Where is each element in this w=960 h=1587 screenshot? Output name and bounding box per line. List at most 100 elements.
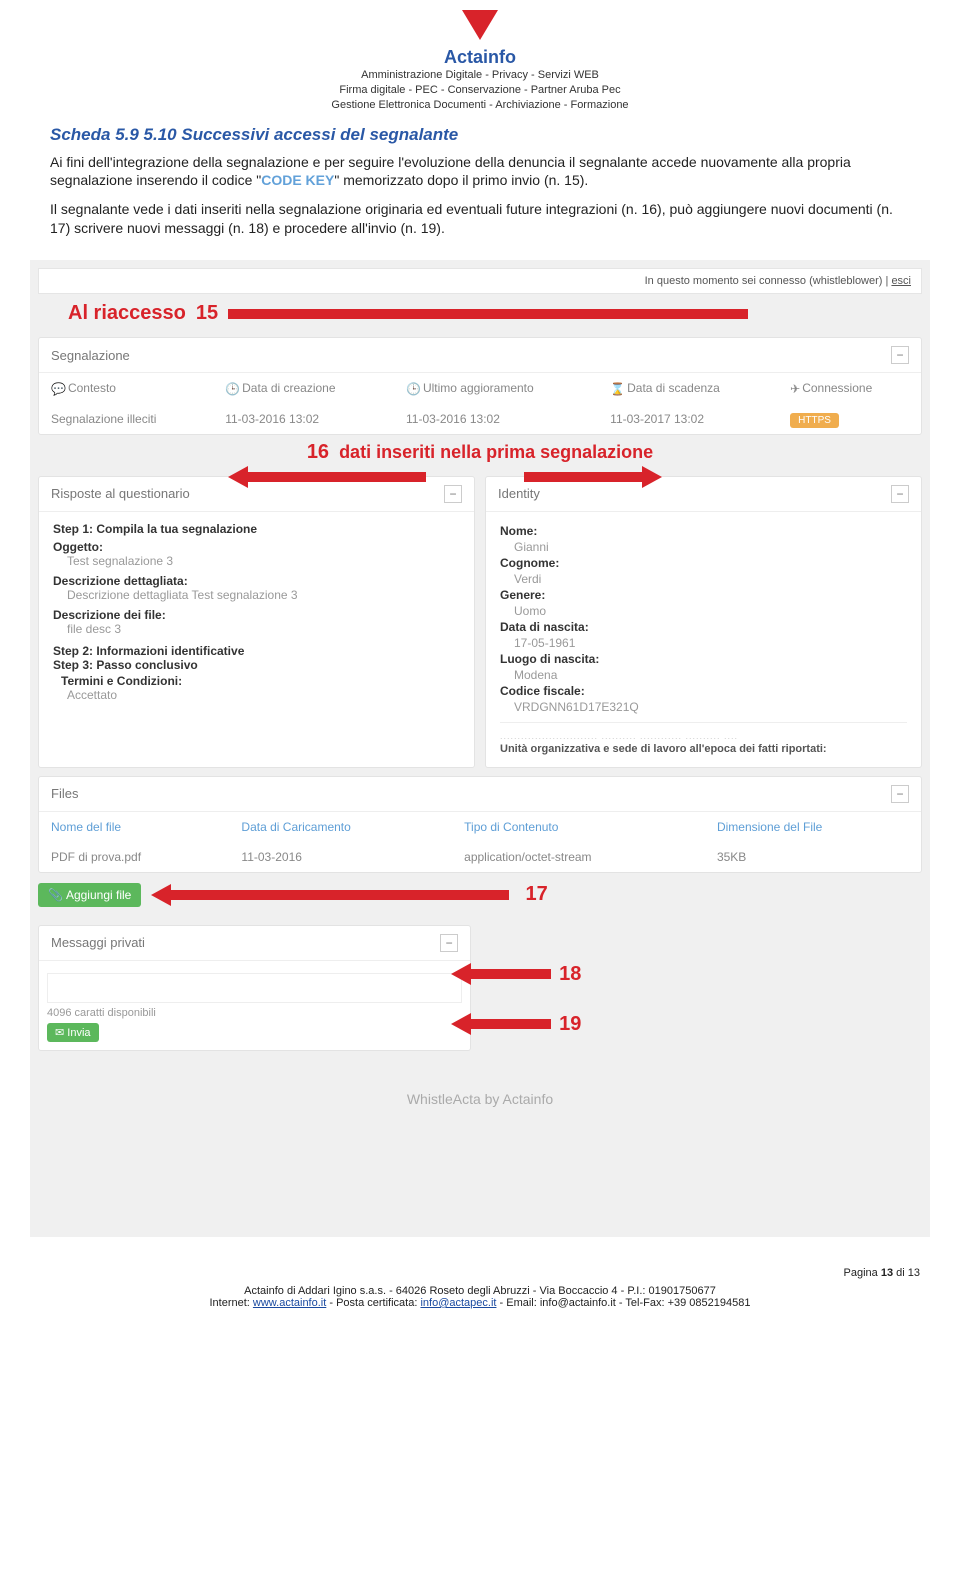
arrow-icon (228, 307, 922, 321)
luogo-value: Modena (500, 668, 907, 682)
termini-label: Termini e Condizioni: (61, 674, 182, 688)
arrow-icon (228, 470, 428, 484)
col-contesto: Contesto (68, 381, 116, 395)
files-table: Nome del file Data di Caricamento Tipo d… (39, 812, 921, 872)
cf-value: VRDGNN61D17E321Q (500, 700, 907, 714)
col-scadenza: Data di scadenza (627, 381, 720, 395)
send-icon: ✈ (790, 382, 800, 396)
cognome-label: Cognome: (500, 556, 907, 570)
cell-ultimo: 11-03-2016 13:02 (394, 404, 598, 434)
hourglass-icon: ⌛ (610, 382, 625, 396)
clock-icon: 🕒 (225, 382, 240, 396)
annotation-18: 18 (559, 963, 581, 986)
footer-link-pec[interactable]: info@actapec.it (420, 1297, 496, 1309)
descrizione-label: Descrizione dettagliata: (53, 574, 188, 588)
table-row: PDF di prova.pdf 11-03-2016 application/… (39, 842, 921, 872)
tagline-1: Amministrazione Digitale - Privacy - Ser… (0, 68, 960, 83)
cf-label: Codice fiscale: (500, 684, 907, 698)
col-data-creazione: Data di creazione (242, 381, 335, 395)
col-tipo: Tipo di Contenuto (452, 812, 705, 842)
logo-triangle-icon (462, 10, 498, 40)
annotation-16: 16 (307, 441, 329, 464)
tagline-2: Firma digitale - PEC - Conservazione - P… (0, 83, 960, 98)
arrow-icon: 19 (451, 1013, 581, 1036)
genere-label: Genere: (500, 588, 907, 602)
oggetto-value: Test segnalazione 3 (53, 554, 460, 568)
p1-text-b: " memorizzato dopo il primo invio (n. 15… (334, 172, 588, 188)
segnalazione-title: Segnalazione (51, 348, 130, 363)
luogo-label: Luogo di nascita: (500, 652, 907, 666)
segnalazione-panel: Segnalazione − 💬Contesto 🕒Data di creazi… (38, 337, 922, 435)
truncated-text: ............................ .......... … (500, 722, 907, 755)
connection-bar: In questo momento sei connesso (whistleb… (38, 268, 922, 294)
file-name: PDF di prova.pdf (39, 842, 229, 872)
annotation-riaccesso: Al riaccesso (68, 302, 186, 325)
collapse-button[interactable]: − (444, 485, 462, 503)
file-desc-value: file desc 3 (53, 622, 460, 636)
nome-value: Gianni (500, 540, 907, 554)
step2-label: Step 2: Informazioni identificative (53, 644, 244, 658)
segnalazione-table: 💬Contesto 🕒Data di creazione 🕒Ultimo agg… (39, 373, 921, 434)
annotation-15: 15 (196, 302, 218, 325)
https-badge: HTTPS (790, 413, 839, 428)
doc-header: Actainfo Amministrazione Digitale - Priv… (0, 0, 960, 117)
company-footer: Actainfo di Addari Igino s.a.s. - 64026 … (40, 1285, 920, 1309)
annotation-19: 19 (559, 1013, 581, 1036)
descrizione-value: Descrizione dettagliata Test segnalazion… (53, 588, 460, 602)
tagline-3: Gestione Elettronica Documenti - Archivi… (0, 98, 960, 113)
annotation-17: 17 (526, 883, 548, 906)
chars-remaining: 4096 caratti disponibili (47, 1007, 462, 1019)
step1-label: Step 1: Compila la tua segnalazione (53, 522, 257, 536)
arrow-icon (522, 470, 662, 484)
col-data-caric: Data di Caricamento (229, 812, 452, 842)
step3-label: Step 3: Passo conclusivo (53, 658, 198, 672)
paragraph-2: Il segnalante vede i dati inseriti nella… (50, 200, 910, 238)
collapse-button[interactable]: − (891, 346, 909, 364)
brand-name: Actainfo (0, 47, 960, 68)
add-file-button[interactable]: 📎Aggiungi file (38, 883, 141, 907)
footer-line2: Internet: www.actainfo.it - Posta certif… (40, 1297, 920, 1309)
nascita-label: Data di nascita: (500, 620, 907, 634)
logout-link[interactable]: esci (891, 275, 911, 287)
collapse-button[interactable]: − (891, 785, 909, 803)
message-input[interactable] (47, 973, 462, 1003)
paperclip-icon: 📎 (48, 888, 63, 902)
page-number: Pagina 13 di 13 (40, 1267, 920, 1279)
code-key: CODE KEY (261, 172, 334, 188)
files-title: Files (51, 786, 78, 801)
footer-link-web[interactable]: www.actainfo.it (253, 1297, 326, 1309)
paragraph-1: Ai fini dell'integrazione della segnalaz… (50, 153, 910, 191)
cell-data-cre: 11-03-2016 13:02 (213, 404, 394, 434)
questionario-title: Risposte al questionario (51, 486, 190, 501)
annotation-dati: dati inseriti nella prima segnalazione (339, 442, 653, 463)
send-icon: ✉ (55, 1027, 64, 1039)
file-type: application/octet-stream (452, 842, 705, 872)
col-dim: Dimensione del File (705, 812, 921, 842)
file-date: 11-03-2016 (229, 842, 452, 872)
two-column-row: Risposte al questionario − Step 1: Compi… (38, 476, 922, 768)
add-file-label: Aggiungi file (66, 888, 131, 902)
send-button[interactable]: ✉ Invia (47, 1023, 99, 1042)
section-heading: Scheda 5.9 5.10 Successivi accessi del s… (50, 125, 910, 145)
collapse-button[interactable]: − (891, 485, 909, 503)
footer-line1: Actainfo di Addari Igino s.a.s. - 64026 … (40, 1285, 920, 1297)
file-desc-label: Descrizione dei file: (53, 608, 166, 622)
identity-panel: Identity − Nome: Gianni Cognome: Verdi G… (485, 476, 922, 768)
table-row: Segnalazione illeciti 11-03-2016 13:02 1… (39, 404, 921, 434)
questionario-panel: Risposte al questionario − Step 1: Compi… (38, 476, 475, 768)
cell-contesto: Segnalazione illeciti (39, 404, 213, 434)
cognome-value: Verdi (500, 572, 907, 586)
file-size: 35KB (705, 842, 921, 872)
collapse-button[interactable]: − (440, 934, 458, 952)
arrow-icon (151, 888, 515, 902)
genere-value: Uomo (500, 604, 907, 618)
nascita-value: 17-05-1961 (500, 636, 907, 650)
messaggi-title: Messaggi privati (51, 935, 145, 950)
unita-org-label: Unità organizzativa e sede di lavoro all… (500, 743, 827, 755)
col-nome-file: Nome del file (39, 812, 229, 842)
nome-label: Nome: (500, 524, 907, 538)
footer-brand: WhistleActa by Actainfo (38, 1091, 922, 1107)
arrow-icon: 18 (451, 963, 581, 986)
oggetto-label: Oggetto: (53, 540, 103, 554)
cell-scad: 11-03-2017 13:02 (598, 404, 778, 434)
